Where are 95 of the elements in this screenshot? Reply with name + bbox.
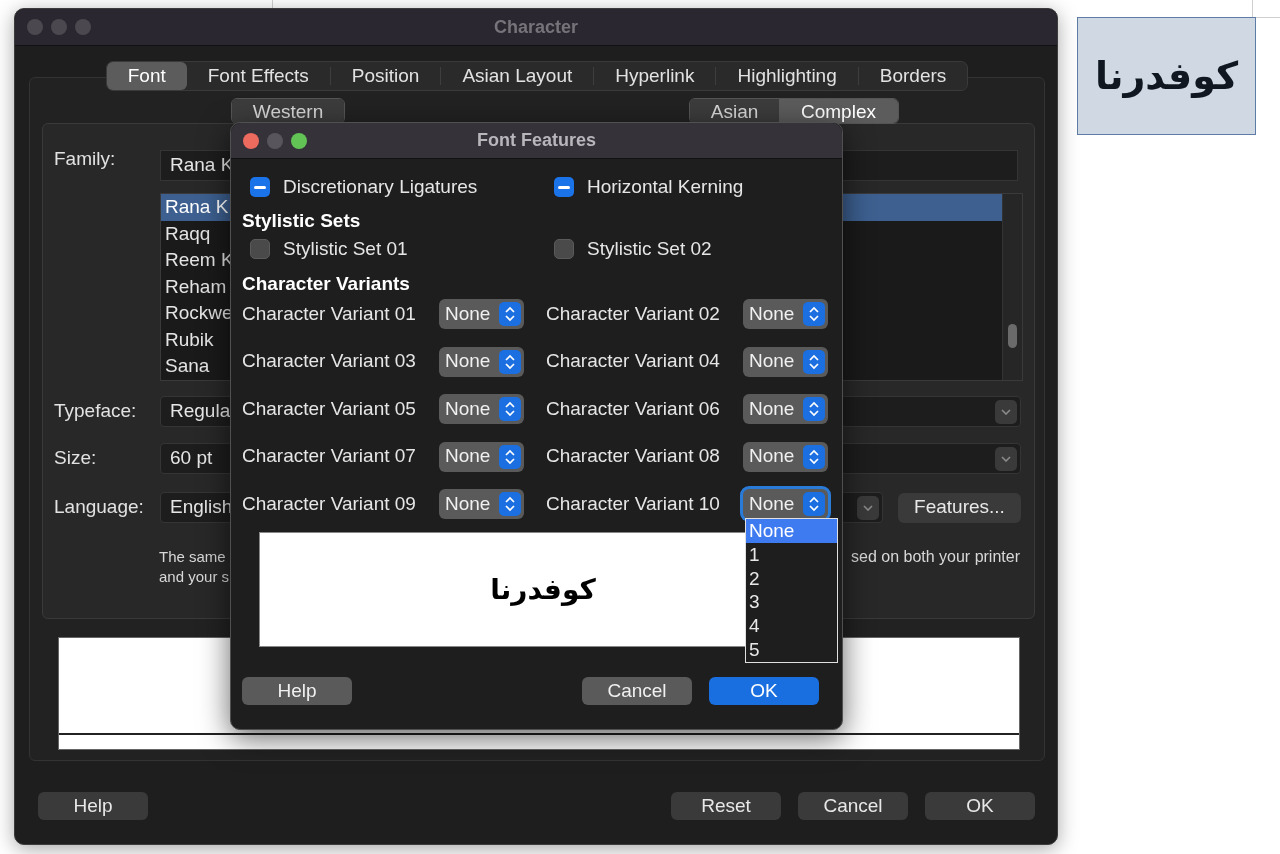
tab[interactable]: Asian [690, 99, 779, 123]
checkbox-label: Stylistic Set 02 [587, 236, 712, 261]
stepper-icon [499, 302, 521, 326]
tab[interactable]: Borders [858, 62, 968, 90]
select-box[interactable]: None [743, 299, 828, 329]
dialog-button[interactable]: OK [709, 677, 819, 705]
tab[interactable]: Western [232, 99, 344, 123]
scrollbar[interactable] [1002, 194, 1022, 380]
note-text: The same [159, 547, 227, 567]
stepper-icon [803, 444, 825, 469]
dialog-button[interactable]: Reset [671, 792, 781, 820]
minimize-button[interactable] [51, 19, 67, 35]
menu-item[interactable]: 5 [746, 638, 837, 662]
field-label: Character Variant 07 [242, 444, 417, 469]
checkbox[interactable] [554, 239, 574, 259]
field-label: Character Variant 05 [242, 396, 417, 421]
checkbox-label: Horizontal Kerning [587, 174, 744, 199]
stepper-icon [499, 492, 521, 516]
select-value: None [445, 301, 492, 326]
select-box[interactable]: None [743, 394, 828, 424]
features-button[interactable]: Features... [898, 492, 1021, 523]
select-box[interactable]: None [439, 489, 524, 519]
field-label: Character Variant 03 [242, 349, 417, 374]
tab[interactable]: Asian Layout [441, 62, 594, 90]
dropdown-value: 60 pt [170, 446, 213, 471]
tab[interactable]: Hyperlink [594, 62, 716, 90]
zoom-button[interactable] [291, 132, 307, 149]
tab[interactable]: Highlighting [716, 62, 858, 90]
stepper-icon [803, 302, 825, 326]
tab[interactable]: Position [330, 62, 441, 90]
minimize-button[interactable] [267, 132, 283, 149]
select-value: None [749, 444, 796, 469]
preview-text: كوفدرنا [490, 571, 596, 608]
stepper-icon [499, 349, 521, 374]
dropdown-value: Regula [170, 399, 231, 424]
section-heading: Character Variants [242, 273, 411, 295]
select-value: None [749, 301, 796, 326]
menu-item[interactable]: None [746, 519, 837, 543]
stepper-icon [499, 397, 521, 421]
select-box[interactable]: None [743, 489, 828, 519]
select-box[interactable]: None [439, 299, 524, 329]
note-text: and your s [159, 567, 230, 587]
help-button[interactable]: Help [242, 677, 352, 705]
window-title: Font Features [477, 129, 596, 152]
select-value: None [445, 444, 492, 469]
select-value: None [445, 396, 492, 421]
field-label: Size: [53, 446, 98, 471]
select-box[interactable]: None [439, 394, 524, 424]
select-value: None [749, 349, 796, 374]
select-value: None [749, 396, 796, 421]
checkbox[interactable] [554, 177, 574, 197]
field-label: Character Variant 08 [546, 444, 721, 469]
stepper-icon [499, 444, 521, 469]
menu-item[interactable]: 2 [746, 566, 837, 591]
stepper-icon [803, 492, 825, 516]
field-label: Character Variant 10 [546, 491, 721, 516]
dialog-button[interactable]: OK [925, 792, 1035, 820]
field-label: Character Variant 02 [546, 301, 721, 326]
image-frame[interactable]: كوفدرنا [1077, 17, 1256, 135]
field-label: Character Variant 09 [242, 491, 417, 516]
tab[interactable]: Font [106, 62, 187, 90]
field-label: Family: [53, 147, 117, 172]
section-heading: Stylistic Sets [242, 210, 362, 232]
checkbox-label: Discretionary Ligatures [283, 174, 478, 199]
menu-item[interactable]: 1 [746, 542, 837, 567]
window-title: Character [493, 15, 578, 39]
select-value: None [445, 349, 492, 374]
checkbox[interactable] [250, 239, 270, 259]
menu-item[interactable]: 4 [746, 614, 837, 638]
checkbox-label: Stylistic Set 01 [283, 236, 408, 261]
dialog-button[interactable]: Cancel [798, 792, 908, 820]
close-button[interactable] [243, 132, 259, 149]
tab[interactable]: Complex [779, 99, 898, 123]
field-label: Typeface: [53, 399, 138, 424]
field-label: Character Variant 04 [546, 349, 721, 374]
select-box[interactable]: None [743, 346, 828, 377]
tab[interactable]: Font Effects [186, 62, 330, 90]
dialog-button[interactable]: Cancel [582, 677, 692, 705]
dropdown-value: English [170, 495, 233, 520]
stepper-icon [803, 349, 825, 374]
note-text: sed on both your printer [851, 547, 1020, 567]
select-box[interactable]: None [439, 441, 524, 472]
select-value: None [749, 491, 796, 516]
help-button[interactable]: Help [38, 792, 148, 820]
stepper-icon [803, 397, 825, 421]
select-box[interactable]: None [439, 346, 524, 377]
select-box[interactable]: None [743, 441, 828, 472]
select-value: None [445, 491, 492, 516]
field-label: Character Variant 01 [242, 301, 417, 326]
sample-text: كوفدرنا [1094, 52, 1239, 100]
field-label: Language: [53, 495, 145, 520]
scrollbar-thumb[interactable] [1008, 324, 1017, 348]
menu-item[interactable]: 3 [746, 590, 837, 615]
field-label: Character Variant 06 [546, 396, 721, 421]
checkbox[interactable] [250, 177, 270, 197]
